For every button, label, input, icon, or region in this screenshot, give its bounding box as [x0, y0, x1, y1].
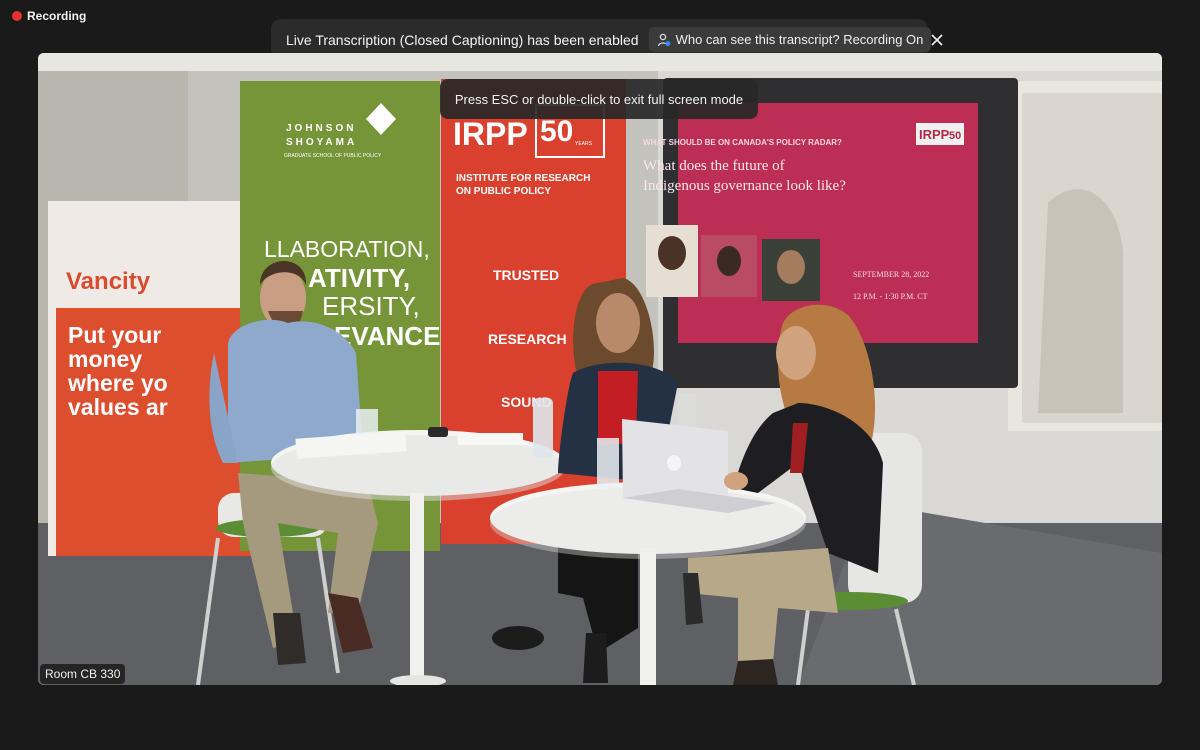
irpp-word-1: TRUSTED — [493, 267, 559, 283]
vancity-slogan-2: money — [68, 346, 142, 372]
vancity-slogan-3: where yo — [67, 370, 168, 396]
recording-indicator: Recording — [12, 9, 86, 23]
recording-dot-icon — [12, 11, 22, 21]
who-can-see-transcript-label: Who can see this transcript? Recording O… — [675, 32, 924, 47]
vancity-slogan-4: values ar — [68, 394, 168, 420]
vancity-slogan-1: Put your — [68, 322, 161, 348]
jsgs-sub: GRADUATE SCHOOL OF PUBLIC POLICY — [284, 153, 382, 159]
recording-label: Recording — [27, 9, 87, 23]
irpp-line-2: ON PUBLIC POLICY — [456, 186, 551, 197]
caption-enabled-message: Live Transcription (Closed Captioning) h… — [286, 31, 639, 48]
vancity-brand: Vancity — [66, 268, 151, 295]
jsgs-word-1: LLABORATION, — [264, 236, 430, 262]
screen-irpp-logo: IRPP — [919, 127, 950, 142]
who-can-see-transcript-button[interactable]: Who can see this transcript? Recording O… — [648, 27, 932, 52]
irpp-line-1: INSTITUTE FOR RESEARCH — [456, 173, 590, 184]
exit-fullscreen-toast: Press ESC or double-click to exit full s… — [440, 79, 758, 119]
jsgs-word-2: ATIVITY, — [308, 263, 410, 293]
irpp-logo: IRPP — [453, 116, 528, 152]
person-icon — [657, 33, 670, 46]
close-banner-button[interactable] — [931, 30, 943, 50]
jsgs-name-1: JOHNSON — [286, 123, 356, 134]
video-feed[interactable]: WHAT SHOULD BE ON CANADA'S POLICY RADAR?… — [38, 53, 1162, 685]
screen-title-line2: Indigenous governance look like? — [643, 178, 846, 194]
jsgs-word-3: ERSITY, — [322, 291, 420, 321]
screen-time: 12 P.M. - 1:30 P.M. CT — [853, 292, 928, 301]
participant-name-label: Room CB 330 — [40, 664, 126, 684]
close-icon — [931, 33, 943, 46]
screen-date: SEPTEMBER 28, 2022 — [853, 270, 929, 279]
screen-irpp-number: 50 — [949, 130, 961, 142]
irpp-years-label: YEARS — [575, 141, 593, 147]
irpp-word-2: RESEARCH — [488, 331, 567, 347]
screen-title-line1: What does the future of — [643, 158, 785, 174]
screen-kicker: WHAT SHOULD BE ON CANADA'S POLICY RADAR? — [643, 138, 842, 147]
video-scene: WHAT SHOULD BE ON CANADA'S POLICY RADAR?… — [38, 53, 1162, 685]
jsgs-name-2: SHOYAMA — [286, 137, 357, 148]
irpp-years-number: 50 — [540, 115, 573, 148]
